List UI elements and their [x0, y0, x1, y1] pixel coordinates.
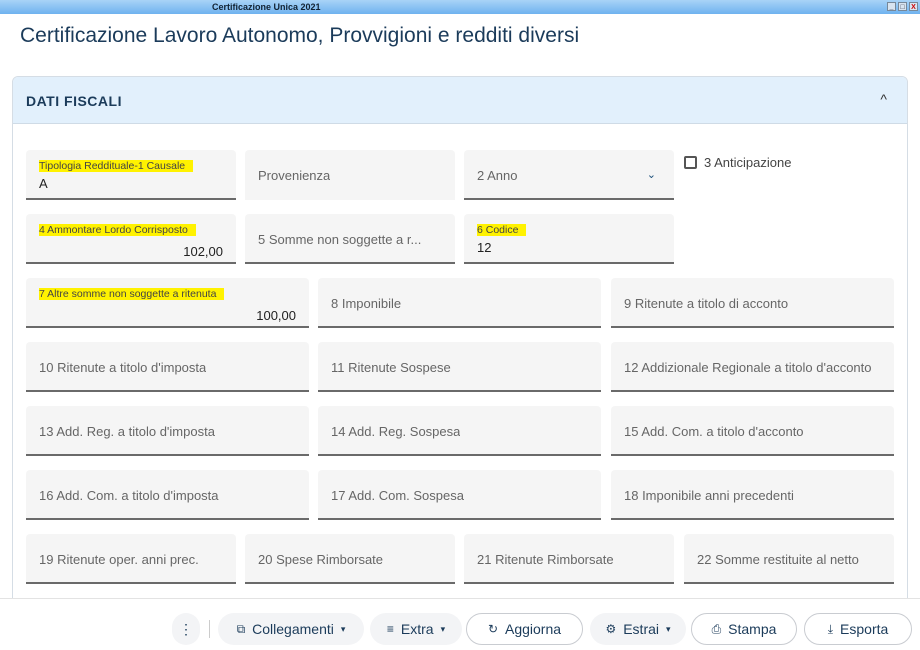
chevron-down-icon: ▾ [440, 623, 446, 634]
panel-title: DATI FISCALI [26, 93, 122, 109]
refresh-icon: ↻ [487, 622, 498, 636]
field-label: Tipologia Reddituale-1 Causale [39, 160, 194, 172]
field-label: 19 Ritenute oper. anni prec. [39, 552, 199, 567]
field-label: 20 Spese Rimborsate [258, 552, 384, 567]
maximize-button[interactable]: □ [898, 2, 907, 11]
field-label: 8 Imponibile [331, 296, 402, 311]
field-label: 10 Ritenute a titolo d'imposta [39, 360, 207, 375]
field-label: 7 Altre somme non soggette a ritenuta [39, 288, 225, 300]
toolbar-divider [209, 620, 210, 638]
imponibile-anni-prec-field[interactable]: 18 Imponibile anni precedenti [611, 470, 894, 520]
ritenute-acconto-field[interactable]: 9 Ritenute a titolo di acconto [611, 278, 894, 328]
ammontare-lordo-field[interactable]: 4 Ammontare Lordo Corrisposto 102,00 [26, 214, 236, 264]
spese-rimborsate-field[interactable]: 20 Spese Rimborsate [245, 534, 455, 584]
window-titlebar: Certificazione Unica 2021 _ □ X [0, 0, 920, 14]
gear-icon: ⚙ [605, 622, 617, 636]
field-label: 22 Somme restituite al netto [697, 552, 859, 567]
minimize-button[interactable]: _ [887, 2, 896, 11]
add-com-imposta-field[interactable]: 16 Add. Com. a titolo d'imposta [26, 470, 309, 520]
field-value: A [39, 176, 48, 191]
field-value: 100,00 [256, 308, 296, 323]
chevron-down-icon: ▾ [340, 623, 346, 634]
codice-field[interactable]: 6 Codice 12 [464, 214, 674, 264]
page-title: Certificazione Lavoro Autonomo, Provvigi… [20, 24, 580, 47]
field-label: 14 Add. Reg. Sospesa [331, 424, 461, 439]
anticipazione-checkbox[interactable]: 3 Anticipazione [684, 155, 791, 170]
chevron-down-icon: ⌄ [646, 169, 656, 181]
panel-header[interactable]: DATI FISCALI ^ [13, 77, 907, 124]
button-label: Estrai [623, 621, 660, 637]
somme-restituite-field[interactable]: 22 Somme restituite al netto [684, 534, 894, 584]
checkbox-label: 3 Anticipazione [704, 155, 792, 170]
ritenute-imposta-field[interactable]: 10 Ritenute a titolo d'imposta [26, 342, 309, 392]
more-vert-icon: ⋮ [179, 620, 193, 637]
external-link-icon: ⧉ [236, 621, 246, 636]
provenienza-field[interactable]: Provenienza [245, 150, 455, 200]
download-icon: ⤓ [827, 621, 834, 636]
field-label: 17 Add. Com. Sospesa [331, 488, 464, 503]
checkbox-icon[interactable] [684, 156, 697, 169]
stampa-button[interactable]: ⎙ Stampa [691, 613, 797, 645]
menu-icon: ≡ [386, 622, 394, 636]
print-icon: ⎙ [711, 621, 722, 636]
button-label: Esporta [840, 621, 889, 637]
esporta-button[interactable]: ⤓ Esporta [804, 613, 912, 645]
bottom-toolbar: ⋮ ⧉ Collegamenti ▾ ≡ Extra ▾ ↻ Aggiorna … [0, 598, 920, 650]
extra-button[interactable]: ≡ Extra ▾ [370, 613, 462, 645]
field-label: 21 Ritenute Rimborsate [477, 552, 614, 567]
field-label: 9 Ritenute a titolo di acconto [624, 296, 789, 311]
anno-select[interactable]: 2 Anno ⌄ [464, 150, 674, 200]
add-com-sospesa-field[interactable]: 17 Add. Com. Sospesa [318, 470, 601, 520]
chevron-down-icon: ▾ [666, 623, 671, 634]
chevron-up-icon[interactable]: ^ [880, 91, 887, 107]
field-label: 15 Add. Com. a titolo d'acconto [624, 424, 804, 439]
field-label: Provenienza [258, 168, 331, 183]
button-label: Aggiorna [505, 621, 562, 637]
field-label: 16 Add. Com. a titolo d'imposta [39, 488, 219, 503]
field-label: 4 Ammontare Lordo Corrisposto [39, 224, 196, 236]
field-value: 102,00 [183, 244, 223, 259]
field-label: 18 Imponibile anni precedenti [624, 488, 794, 503]
altre-somme-field[interactable]: 7 Altre somme non soggette a ritenuta 10… [26, 278, 309, 328]
add-reg-sospesa-field[interactable]: 14 Add. Reg. Sospesa [318, 406, 601, 456]
estrai-button[interactable]: ⚙ Estrai ▾ [590, 613, 686, 645]
ritenute-anni-prec-field[interactable]: 19 Ritenute oper. anni prec. [26, 534, 236, 584]
somme-non-soggette-field[interactable]: 5 Somme non soggette a r... [245, 214, 455, 264]
window-title: Certificazione Unica 2021 [212, 2, 321, 12]
field-label: 5 Somme non soggette a r... [258, 232, 422, 247]
button-label: Extra [400, 621, 434, 637]
more-options-button[interactable]: ⋮ [172, 613, 200, 645]
close-button[interactable]: X [909, 2, 918, 11]
aggiorna-button[interactable]: ↻ Aggiorna [466, 613, 583, 645]
ritenute-rimborsate-field[interactable]: 21 Ritenute Rimborsate [464, 534, 674, 584]
collegamenti-button[interactable]: ⧉ Collegamenti ▾ [218, 613, 364, 645]
field-label: 11 Ritenute Sospese [331, 360, 451, 375]
field-label: 6 Codice [477, 224, 527, 236]
imponibile-field[interactable]: 8 Imponibile [318, 278, 601, 328]
button-label: Collegamenti [252, 621, 334, 637]
field-label: 2 Anno [477, 168, 518, 183]
ritenute-sospese-field[interactable]: 11 Ritenute Sospese [318, 342, 601, 392]
causale-field[interactable]: Tipologia Reddituale-1 Causale A [26, 150, 236, 200]
field-label: 12 Addizionale Regionale a titolo d'acco… [624, 360, 872, 375]
field-label: 13 Add. Reg. a titolo d'imposta [39, 424, 215, 439]
add-reg-imposta-field[interactable]: 13 Add. Reg. a titolo d'imposta [26, 406, 309, 456]
add-com-acconto-field[interactable]: 15 Add. Com. a titolo d'acconto [611, 406, 894, 456]
field-value: 12 [477, 240, 492, 255]
add-regionale-acconto-field[interactable]: 12 Addizionale Regionale a titolo d'acco… [611, 342, 894, 392]
button-label: Stampa [728, 621, 777, 637]
